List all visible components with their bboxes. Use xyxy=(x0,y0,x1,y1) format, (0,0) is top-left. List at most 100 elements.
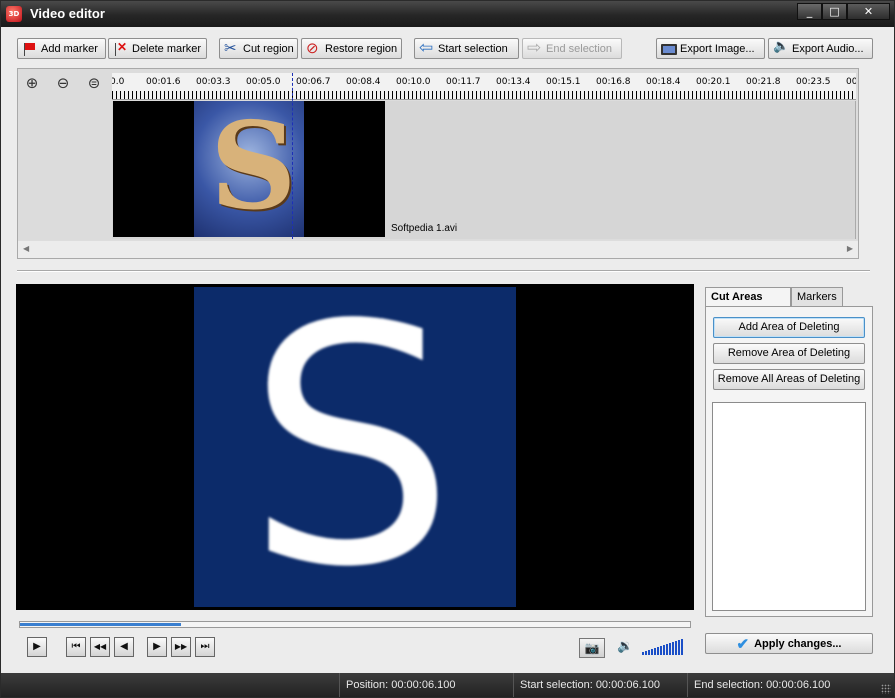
status-position: Position: 00:00:06.100 xyxy=(339,673,513,697)
cut-region-button[interactable]: Cut region xyxy=(219,38,298,59)
close-button[interactable]: ✕ xyxy=(847,3,890,20)
time-ruler[interactable]: 0.0 00:01.6 00:03.3 00:05.0 00:06.7 00:08.4 00… xyxy=(112,73,856,100)
window-controls: _ □ ✕ xyxy=(797,3,890,20)
zoom-in-icon[interactable]: ⊕ xyxy=(22,73,42,93)
volume-bar xyxy=(645,651,647,655)
ruler-tick-label: 00: xyxy=(846,77,856,87)
start-selection-icon xyxy=(419,38,435,58)
first-frame-button[interactable]: ⏮ xyxy=(66,637,86,657)
ruler-ticks xyxy=(112,91,856,99)
zoom-controls: ⊕ ⊖ ⊜ xyxy=(18,69,112,239)
seek-bar[interactable] xyxy=(19,621,691,628)
volume-slider[interactable] xyxy=(642,639,684,655)
rewind-button[interactable]: ◀◀ xyxy=(90,637,110,657)
volume-icon[interactable]: 🔉 xyxy=(617,639,633,654)
ruler-tick-label: 00:16.8 xyxy=(596,77,631,87)
start-selection-button[interactable]: Start selection xyxy=(414,38,519,59)
resize-grip[interactable] xyxy=(881,684,891,694)
volume-bar xyxy=(642,652,644,655)
video-editor-window: 3D Video editor _ □ ✕ Add marker Delete … xyxy=(0,0,895,698)
volume-bar xyxy=(681,639,683,655)
volume-bar xyxy=(666,644,668,655)
zoom-fit-icon[interactable]: ⊜ xyxy=(84,73,104,93)
scroll-right-icon[interactable]: ▶ xyxy=(847,244,853,253)
export-image-label: Export Image... xyxy=(680,42,755,55)
delete-marker-button[interactable]: Delete marker xyxy=(108,38,207,59)
checkmark-icon: ✔ xyxy=(736,635,750,653)
snapshot-button[interactable]: 📷 xyxy=(579,638,605,658)
window-title: Video editor xyxy=(30,6,105,21)
add-marker-button[interactable]: Add marker xyxy=(17,38,106,59)
flag-icon xyxy=(22,42,38,56)
divider xyxy=(17,270,870,272)
status-end-selection: End selection: 00:00:06.100 xyxy=(687,673,877,697)
ruler-tick-label: 00:03.3 xyxy=(196,77,231,87)
timeline-scrollbar[interactable]: ◀ ▶ xyxy=(18,240,858,258)
apply-changes-button[interactable]: ✔ Apply changes... xyxy=(705,633,873,654)
step-back-button[interactable]: ◀ xyxy=(114,637,134,657)
export-audio-label: Export Audio... xyxy=(792,42,864,55)
ruler-tick-label: 00:01.6 xyxy=(146,77,181,87)
toolbar: Add marker Delete marker Cut region Rest… xyxy=(1,38,894,60)
status-start-selection: Start selection: 00:00:06.100 xyxy=(513,673,687,697)
remove-area-button[interactable]: Remove Area of Deleting xyxy=(713,343,865,364)
ruler-tick-label: 00:11.7 xyxy=(446,77,481,87)
scroll-left-icon[interactable]: ◀ xyxy=(23,244,29,253)
remove-all-areas-button[interactable]: Remove All Areas of Deleting xyxy=(713,369,865,390)
ruler-tick-label: 0.0 xyxy=(112,77,125,87)
cut-region-label: Cut region xyxy=(243,42,294,55)
title-bar[interactable]: 3D Video editor _ □ ✕ xyxy=(1,1,894,27)
zoom-out-icon[interactable]: ⊖ xyxy=(53,73,73,93)
ruler-tick-label: 00:10.0 xyxy=(396,77,431,87)
video-preview: S xyxy=(16,284,694,610)
restore-icon xyxy=(306,39,322,57)
apply-changes-label: Apply changes... xyxy=(754,637,842,650)
fast-forward-button[interactable]: ▶▶ xyxy=(171,637,191,657)
add-marker-label: Add marker xyxy=(41,42,98,55)
ruler-tick-label: 00:05.0 xyxy=(246,77,281,87)
clip-track[interactable]: Softpedia 1.avi xyxy=(112,101,856,239)
volume-bar xyxy=(657,647,659,655)
last-frame-button[interactable]: ⏭ xyxy=(195,637,215,657)
playhead[interactable] xyxy=(292,73,293,239)
ruler-tick-label: 00:23.5 xyxy=(796,77,831,87)
volume-bar xyxy=(669,643,671,655)
minimize-button[interactable]: _ xyxy=(797,3,822,20)
scissors-icon xyxy=(224,39,240,57)
restore-region-button[interactable]: Restore region xyxy=(301,38,402,59)
cut-areas-list[interactable] xyxy=(712,402,866,611)
step-forward-button[interactable]: ▶ xyxy=(147,637,167,657)
tab-cut-areas[interactable]: Cut Areas xyxy=(705,287,791,308)
status-bar: Position: 00:00:06.100 Start selection: … xyxy=(1,673,894,697)
ruler-tick-label: 00:13.4 xyxy=(496,77,531,87)
volume-bar xyxy=(672,642,674,655)
volume-bar xyxy=(678,640,680,655)
volume-bar xyxy=(663,645,665,655)
end-selection-button[interactable]: End selection xyxy=(522,38,622,59)
clip-thumbnail xyxy=(194,101,304,237)
ruler-tick-label: 00:20.1 xyxy=(696,77,731,87)
end-selection-label: End selection xyxy=(546,42,613,55)
maximize-button[interactable]: □ xyxy=(822,3,847,20)
clip-name: Softpedia 1.avi xyxy=(391,223,458,234)
speaker-icon xyxy=(773,39,789,56)
volume-bar xyxy=(654,648,656,655)
softpedia-logo: S xyxy=(246,287,456,607)
add-area-button[interactable]: Add Area of Deleting xyxy=(713,317,865,338)
film-icon xyxy=(661,42,677,56)
ruler-tick-label: 00:06.7 xyxy=(296,77,331,87)
play-button[interactable]: ▶ xyxy=(27,637,47,657)
delete-marker-label: Delete marker xyxy=(132,42,202,55)
preview-frame: S xyxy=(194,287,516,607)
volume-bar xyxy=(660,646,662,655)
camera-icon: 📷 xyxy=(584,641,600,655)
app-icon: 3D xyxy=(6,6,22,22)
ruler-tick-label: 00:18.4 xyxy=(646,77,681,87)
tab-markers[interactable]: Markers xyxy=(791,287,843,307)
volume-bar xyxy=(651,649,653,655)
volume-bar xyxy=(648,650,650,655)
export-image-button[interactable]: Export Image... xyxy=(656,38,765,59)
video-clip[interactable] xyxy=(113,101,385,237)
export-audio-button[interactable]: Export Audio... xyxy=(768,38,873,59)
seek-progress xyxy=(20,623,181,626)
